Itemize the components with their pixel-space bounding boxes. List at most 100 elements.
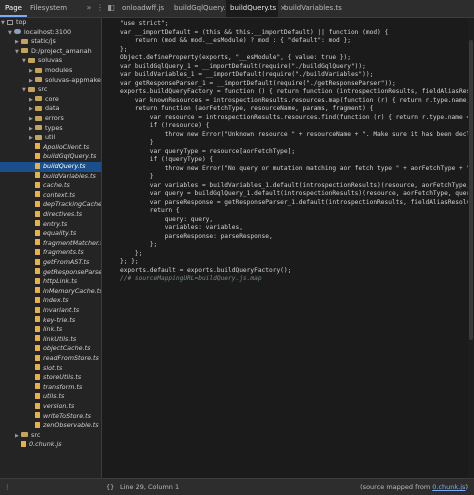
tree-file-item[interactable]: buildVariables.ts [0,172,101,182]
tree-file-item[interactable]: readFromStore.ts [0,354,101,364]
scrollbar-thumb[interactable] [469,40,473,340]
tree-folder-item[interactable]: ▼ soluvas [0,56,101,66]
code-line[interactable]: }; [120,46,474,55]
more-tabs-icon[interactable]: » [84,3,94,13]
tree-folder-item[interactable]: ▶ static/js [0,37,101,47]
code-line[interactable]: var resource = introspectionResults.reso… [120,114,474,123]
code-line[interactable]: "use strict"; [120,20,474,29]
code-line[interactable]: exports.default = exports.buildQueryFact… [120,267,474,276]
code-line[interactable]: var queryType = resource[aorFetchType]; [120,148,474,157]
code-editor[interactable]: "use strict"; var __importDefault = (this… [102,18,474,478]
tree-folder-item[interactable]: ▶ util [0,133,101,143]
file-icon [35,229,40,236]
tree-file-item[interactable]: depTrackingCache.ts [0,200,101,210]
tree-item-label: cache.ts [43,181,70,190]
editor-tab[interactable]: buildGqlQuery.ts [170,0,232,17]
tree-file-item[interactable]: invariant.ts [0,306,101,316]
tree-file-item[interactable]: buildGqlQuery.ts [0,152,101,162]
tree-file-item[interactable]: inMemoryCache.ts [0,287,101,297]
tree-folder-item[interactable]: ▶ types [0,124,101,134]
tree-file-item[interactable]: linkUtils.ts [0,335,101,345]
code-line[interactable]: }; [120,250,474,259]
code-line[interactable]: }; [120,241,474,250]
tree-file-item[interactable]: equality.ts [0,229,101,239]
code-line[interactable]: return (mod && mod.__esModule) ? mod : {… [120,37,474,46]
tree-folder-item[interactable]: ▶ data [0,104,101,114]
tree-file-item[interactable]: storeUtils.ts [0,373,101,383]
tree-file-item[interactable]: fragmentMatcher.ts [0,239,101,249]
code-line[interactable]: }; }; [120,258,474,267]
code-line[interactable]: return function (aorFetchType, resourceN… [120,105,474,114]
tree-file-item[interactable]: zenObservable.ts [0,421,101,431]
tree-file-item[interactable]: fragments.ts [0,248,101,258]
tree-folder-item[interactable]: ▶ src [0,431,101,441]
tree-file-item[interactable]: version.ts [0,402,101,412]
tree-folder-item[interactable]: ▼ localhost:3100 [0,28,101,38]
tree-file-item[interactable]: link.ts [0,325,101,335]
tree-item-label: util [45,133,56,142]
code-line[interactable]: throw new Error("No query or mutation ma… [120,165,474,174]
source-map-link[interactable]: 0.chunk.js [432,483,465,491]
sidebar-tab-page[interactable]: Page [0,0,27,17]
tree-folder-item[interactable]: ▼ D:/project_amanah [0,47,101,57]
tree-item-label: transform.ts [43,382,83,391]
code-line[interactable]: var getResponseParser_1 = __importDefaul… [120,80,474,89]
tree-file-item[interactable]: cache.ts [0,181,101,191]
tree-folder-item[interactable]: ▶ core [0,95,101,105]
more-options-icon[interactable]: ⋮ [95,3,105,13]
code-line[interactable]: var parseResponse = getResponseParser_1.… [120,199,474,208]
file-icon [35,392,40,399]
tree-file-item[interactable]: ApolloClient.ts [0,143,101,153]
code-line[interactable]: //# sourceMappingURL=buildQuery.js.map [120,275,474,284]
tree-item-label: utils.ts [43,392,65,401]
tree-folder-item[interactable]: ▼ top [0,18,101,28]
tree-folder-item[interactable]: ▶ errors [0,114,101,124]
code-line[interactable]: var variables = buildVariables_1.default… [120,182,474,191]
tree-file-item[interactable]: writeToStore.ts [0,412,101,422]
code-line[interactable]: var query = buildGqlQuery_1.default(intr… [120,190,474,199]
pretty-print-button[interactable]: {} [106,479,114,495]
code-line[interactable]: throw new Error("Unknown resource " + re… [120,131,474,140]
tree-file-item[interactable]: objectCache.ts [0,344,101,354]
editor-tab[interactable]: buildQuery.ts × [226,0,286,17]
code-line[interactable]: var __importDefault = (this && this.__im… [120,29,474,38]
code-line[interactable]: if (!resource) { [120,122,474,131]
code-line[interactable]: } [120,139,474,148]
code-line[interactable]: query: query, [120,216,474,225]
code-line[interactable]: var buildVariables_1 = __importDefault(r… [120,71,474,80]
code-line[interactable]: var knownResources = introspectionResult… [120,97,474,106]
code-line[interactable]: return { [120,207,474,216]
code-line[interactable]: var buildGqlQuery_1 = __importDefault(re… [120,63,474,72]
editor-tab[interactable]: buildVariables.ts [280,0,344,17]
tree-file-item[interactable]: buildQuery.ts [0,162,101,172]
tree-item-label: data [45,104,60,113]
tree-file-item[interactable]: getFromAST.ts [0,258,101,268]
code-line[interactable]: parseResponse: parseResponse, [120,233,474,242]
code-line[interactable]: variables: variables, [120,224,474,233]
tree-file-item[interactable]: directives.ts [0,210,101,220]
tree-file-item[interactable]: context.ts [0,191,101,201]
file-icon [35,412,40,419]
editor-tab[interactable]: onloadwff.js [118,0,168,17]
tree-folder-item[interactable]: ▶ modules [0,66,101,76]
tree-file-item[interactable]: entry.ts [0,220,101,230]
code-line[interactable]: Object.defineProperty(exports, "__esModu… [120,54,474,63]
code-line[interactable]: } [120,173,474,182]
file-navigator: ▼ top ▼ localhost:3100 ▶ static/js ▼ D:/project… [0,18,102,478]
code-line[interactable]: exports.buildQueryFactory = function () … [120,88,474,97]
tree-folder-item[interactable]: ▶ soluvas-appmaker [0,76,101,86]
editor-scrollbar[interactable] [468,18,474,478]
toggle-navigator-icon[interactable]: ◧ [106,3,116,13]
tree-file-item[interactable]: utils.ts [0,392,101,402]
tree-file-item[interactable]: slot.ts [0,364,101,374]
tree-folder-item[interactable]: ▼ src [0,85,101,95]
code-line[interactable]: if (!queryType) { [120,156,474,165]
sidebar-tab-filesystem[interactable]: Filesystem [25,0,72,17]
tree-file-item[interactable]: key-trie.ts [0,316,101,326]
tree-file-item[interactable]: index.ts [0,296,101,306]
tree-file-item[interactable]: transform.ts [0,383,101,393]
sidebar-resize-handle[interactable]: ⋮ [4,479,11,495]
tree-file-item[interactable]: getResponseParser.ts [0,268,101,278]
tree-file-item[interactable]: httpLink.ts [0,277,101,287]
tree-file-item[interactable]: 0.chunk.js [0,440,101,450]
